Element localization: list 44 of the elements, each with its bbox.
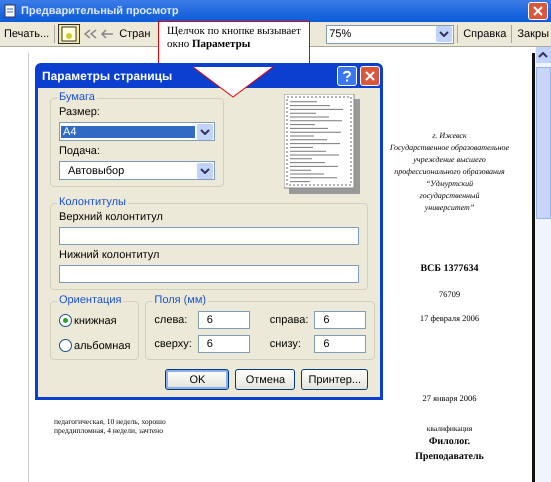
- page-button[interactable]: Стран: [117, 26, 152, 42]
- dialog-button[interactable]: OK: [165, 369, 230, 390]
- document-date: 27 января 2006: [422, 393, 477, 403]
- margin-input[interactable]: 6: [198, 335, 250, 353]
- address-line: государственный: [420, 191, 480, 201]
- callout-text: Щелчок по кнопке вызывает окно Параметры: [167, 25, 301, 51]
- address-line: профессионального образования: [394, 167, 505, 177]
- orientation-radio[interactable]: альбомная: [59, 339, 130, 352]
- address-line: учреждение высшего: [413, 155, 486, 165]
- group-legend: Колонтитулы: [57, 196, 128, 208]
- address-line: “Удмуртский: [426, 179, 474, 189]
- print-button[interactable]: Печать...: [2, 26, 52, 42]
- paper-source-dropdown[interactable]: Автовыбор: [59, 161, 215, 180]
- document-number: ВСБ 1377634: [420, 263, 478, 275]
- address-line: г. Ижевск: [432, 131, 467, 141]
- field-label: Подача:: [59, 145, 101, 157]
- qualification-text: Преподаватель: [415, 451, 484, 463]
- dialog-button[interactable]: Отмена: [235, 369, 296, 390]
- zoom-dropdown[interactable]: 75%: [326, 24, 454, 44]
- field-label: справа:: [268, 314, 308, 326]
- field-label: Верхний колонтитул: [59, 211, 164, 223]
- qualification-text: Филолог.: [428, 436, 470, 448]
- margin-input[interactable]: 6: [314, 311, 366, 329]
- address-line: Государственное образовательное: [390, 143, 510, 153]
- group-legend: Бумага: [57, 91, 97, 103]
- group-legend: Ориентация: [57, 294, 124, 306]
- margin-input[interactable]: 6: [198, 311, 250, 329]
- document-date: 17 февраля 2006: [420, 313, 480, 323]
- help-button[interactable]: Справка: [461, 26, 508, 42]
- field-label: Нижний колонтитул: [59, 249, 160, 261]
- dialog-title: Параметры страницы: [42, 68, 174, 82]
- field-label: слева:: [154, 314, 188, 326]
- field-label: сверху:: [154, 338, 192, 350]
- field-label: Размер:: [59, 106, 101, 118]
- registration-number: 76709: [438, 289, 460, 299]
- field-label: снизу:: [268, 338, 302, 350]
- group-legend: Поля (мм): [152, 294, 208, 306]
- paper-size-dropdown[interactable]: A4: [59, 122, 215, 141]
- orientation-radio[interactable]: книжная: [59, 314, 130, 327]
- address-line: университет”: [424, 203, 474, 213]
- window-title: Предварительный просмотр: [21, 5, 179, 17]
- margin-input[interactable]: 6: [314, 335, 366, 353]
- close-preview-button[interactable]: Закры: [515, 26, 549, 42]
- dialog-button[interactable]: Принтер...: [301, 369, 368, 390]
